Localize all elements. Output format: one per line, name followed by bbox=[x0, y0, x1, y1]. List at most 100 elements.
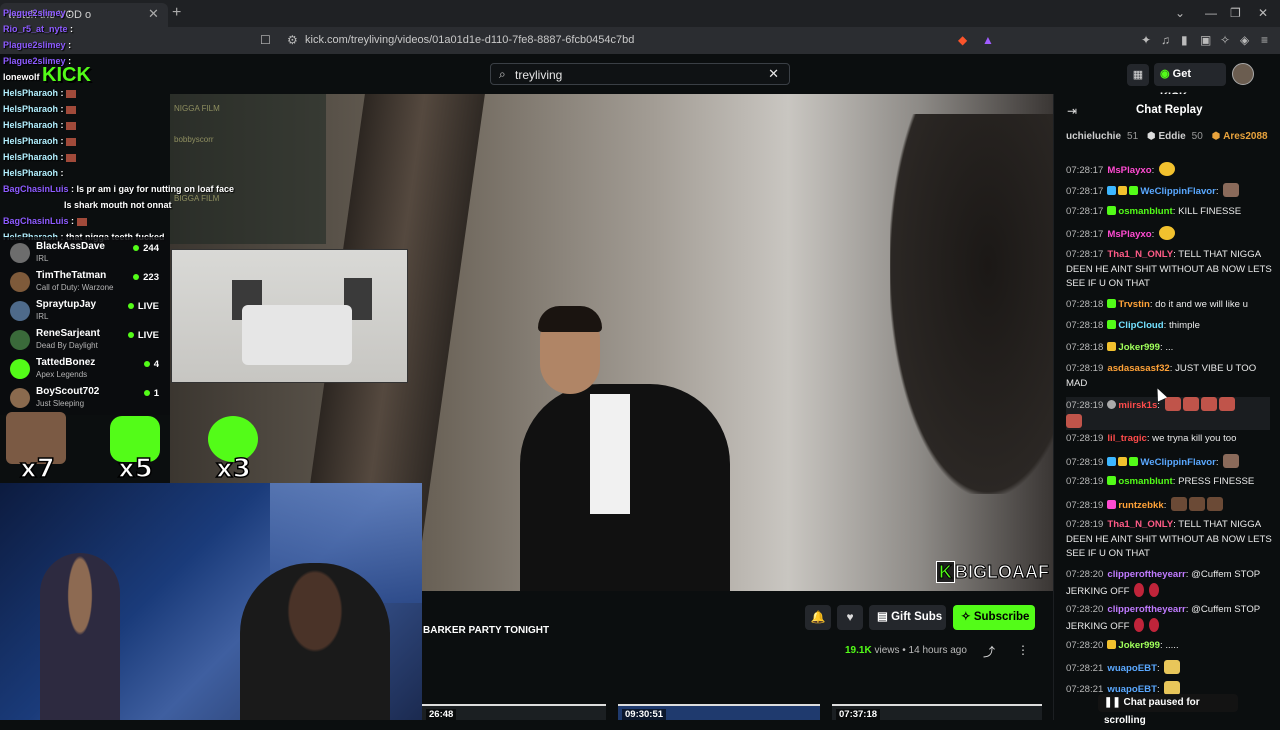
minimize-icon[interactable]: — bbox=[1205, 6, 1217, 20]
overlay-chat-line: HelsPharaoh : bbox=[3, 104, 77, 114]
get-kicks-button[interactable]: ◉ Get KICKs bbox=[1154, 63, 1226, 103]
url-field[interactable]: kick.com/treyliving/videos/01a01d1e-d110… bbox=[305, 34, 634, 46]
following-item: SpraytupJay IRL LIVE bbox=[10, 299, 165, 327]
following-item: BlackAssDave IRL 244 bbox=[10, 241, 165, 269]
chat-message[interactable]: 07:28:18 Trvstin: do it and we will like … bbox=[1066, 298, 1272, 313]
stream-chat-overlay: Plague2slimey : Rio_r5_at_nyte : Plague2… bbox=[0, 0, 330, 245]
chat-message[interactable]: 07:28:19 WeClippinFlavor: bbox=[1066, 454, 1272, 471]
following-item: TimTheTatman Call of Duty: Warzone 223 bbox=[10, 270, 165, 298]
wallet-icon[interactable]: ▣ bbox=[1200, 33, 1211, 47]
related-video-thumbnail[interactable]: 07:37:18 bbox=[832, 704, 1042, 720]
following-category: IRL bbox=[36, 254, 49, 263]
related-video-thumbnail[interactable]: 09:30:51 bbox=[618, 704, 820, 720]
combo-count: x7 bbox=[19, 453, 55, 485]
overlay-chat-line: HelsPharaoh : bbox=[3, 88, 77, 98]
leader-name: Eddie bbox=[1158, 131, 1186, 142]
maximize-icon[interactable]: ❐ bbox=[1230, 6, 1241, 20]
combo-count: x5 bbox=[117, 453, 153, 485]
rewards-button[interactable]: ▦ bbox=[1127, 64, 1149, 86]
video-title: BARKER PARTY TONIGHT bbox=[423, 625, 550, 636]
following-category: Call of Duty: Warzone bbox=[36, 283, 114, 292]
rewards-icon[interactable]: ▲ bbox=[982, 33, 994, 47]
overlay-chat-line: BagChasinLuis : Is pr am i gay for nutti… bbox=[3, 184, 235, 194]
subscribe-button[interactable]: ✧ Subscribe bbox=[953, 605, 1035, 630]
thumbnail-duration: 07:37:18 bbox=[836, 709, 881, 720]
chat-message[interactable]: 07:28:17 WeClippinFlavor: bbox=[1066, 183, 1272, 200]
chat-message[interactable]: 07:28:20 clipperoftheyearr: @Cuffem STOP … bbox=[1066, 568, 1272, 599]
chat-message[interactable]: 07:28:17 Tha1_N_ONLY: TELL THAT NIGGA DEE… bbox=[1066, 248, 1272, 292]
chat-message[interactable]: 07:28:21 wuapoEBT: bbox=[1066, 660, 1272, 677]
following-item: ReneSarjeant Dead By Daylight LIVE bbox=[10, 328, 165, 356]
overlay-chat-line: HelsPharaoh : bbox=[3, 152, 77, 162]
viewer-count: LIVE bbox=[127, 301, 159, 312]
following-category: Dead By Daylight bbox=[36, 341, 98, 350]
following-item: TattedBonez Apex Legends 4 bbox=[10, 357, 165, 385]
leader-count: 51 bbox=[1127, 131, 1139, 142]
chat-title: Chat Replay bbox=[1136, 104, 1203, 116]
sidebar-icon[interactable]: ▮ bbox=[1181, 33, 1188, 47]
user-avatar[interactable] bbox=[1232, 63, 1254, 85]
thumbnail-duration: 26:48 bbox=[426, 709, 457, 720]
avatar bbox=[10, 359, 30, 379]
leo-icon[interactable]: ✧ bbox=[1220, 33, 1230, 47]
chat-message[interactable]: 07:28:20 clipperoftheyearr: @Cuffem STOP … bbox=[1066, 603, 1272, 634]
following-name: ReneSarjeant bbox=[36, 328, 100, 339]
views-label: views bbox=[874, 645, 900, 656]
follow-heart-button[interactable]: ♥ bbox=[837, 605, 863, 630]
search-input[interactable]: ⌕ treyliving ✕ bbox=[490, 63, 790, 85]
notification-bell-button[interactable]: 🔔 bbox=[805, 605, 831, 630]
chat-message[interactable]: 07:28:17 osmanblunt: KILL FINESSE bbox=[1066, 205, 1272, 220]
leader-badge-icon: ⬢ bbox=[1146, 131, 1156, 142]
chat-message[interactable]: 07:28:19 Tha1_N_ONLY: TELL THAT NIGGA DEE… bbox=[1066, 518, 1272, 562]
overlay-chat-line: Plague2slimey : bbox=[3, 8, 72, 18]
chat-paused-banner[interactable]: ❚❚ Chat paused for scrolling bbox=[1098, 694, 1238, 726]
video-scene-figure bbox=[890, 114, 1053, 494]
following-category: IRL bbox=[36, 312, 49, 321]
gift-subs-button[interactable]: ▤ Gift Subs bbox=[869, 605, 946, 630]
chat-message[interactable]: 07:28:18 Joker999: ... bbox=[1066, 341, 1272, 356]
avatar bbox=[10, 330, 30, 350]
chat-message[interactable]: 07:28:18 ClipCloud: thimple bbox=[1066, 319, 1272, 334]
chat-message[interactable]: 07:28:20 Joker999: ..... bbox=[1066, 639, 1272, 654]
chat-message[interactable]: 07:28:19 asdasasasf32: JUST VIBE U TOO MA… bbox=[1066, 362, 1272, 391]
viewer-count: 1 bbox=[143, 388, 159, 399]
star-icon: ✧ bbox=[961, 611, 971, 623]
chat-message[interactable]: 07:28:19 miirsk1s: bbox=[1066, 397, 1270, 430]
viewer-count: 244 bbox=[133, 243, 159, 254]
media-icon[interactable]: ♫ bbox=[1161, 33, 1170, 47]
extensions-icon[interactable]: ✦ bbox=[1141, 33, 1151, 47]
overlay-chat-line: Is shark mouth not onnat bbox=[64, 200, 172, 210]
share-icon[interactable]: ⤴ bbox=[983, 643, 995, 660]
following-item: BoyScout702 Just Sleeping 1 bbox=[10, 386, 165, 414]
avatar bbox=[10, 301, 30, 321]
vpn-icon[interactable]: ◈ bbox=[1240, 33, 1249, 47]
gift-subs-label: Gift Subs bbox=[891, 611, 943, 623]
following-name: BlackAssDave bbox=[36, 241, 105, 252]
related-video-thumbnail[interactable]: 26:48 bbox=[422, 704, 606, 720]
more-options-icon[interactable]: ⋮ bbox=[1017, 643, 1029, 657]
brave-shield-icon[interactable]: ◆ bbox=[958, 33, 967, 47]
chat-message[interactable]: 07:28:19 runtzebkk: bbox=[1066, 497, 1272, 514]
menu-icon[interactable]: ≡ bbox=[1261, 33, 1268, 47]
overlay-chat-line: lonewolf bbox=[3, 72, 40, 82]
tab-list-icon[interactable]: ⌄ bbox=[1175, 6, 1185, 20]
following-category: Apex Legends bbox=[36, 370, 88, 379]
search-icon: ⌕ bbox=[499, 67, 506, 81]
viewer-count: 223 bbox=[133, 272, 159, 283]
webcam-person bbox=[40, 553, 120, 720]
kick-logo: KICK bbox=[42, 64, 91, 86]
collapse-chat-icon[interactable]: ⇥ bbox=[1067, 104, 1077, 118]
close-window-icon[interactable]: ✕ bbox=[1258, 6, 1268, 20]
clear-search-icon[interactable]: ✕ bbox=[768, 66, 779, 82]
overlay-chat-line: BagChasinLuis : bbox=[3, 216, 87, 226]
following-category: Just Sleeping bbox=[36, 399, 85, 408]
chat-message[interactable]: 07:28:19 osmanblunt: PRESS FINESSE bbox=[1066, 475, 1272, 490]
leader-name: Ares2088 bbox=[1223, 131, 1268, 142]
thumbnail-duration: 09:30:51 bbox=[622, 709, 667, 720]
view-count: 19.1K bbox=[845, 645, 872, 656]
chat-message[interactable]: 07:28:19 lil_tragic: we tryna kill you to… bbox=[1066, 432, 1272, 447]
chat-message[interactable]: 07:28:17 MsPlayxo: bbox=[1066, 226, 1272, 243]
overlay-chat-line: HelsPharaoh : bbox=[3, 120, 77, 130]
following-name: BoyScout702 bbox=[36, 386, 100, 397]
chat-message[interactable]: 07:28:17 MsPlayxo: bbox=[1066, 162, 1272, 179]
